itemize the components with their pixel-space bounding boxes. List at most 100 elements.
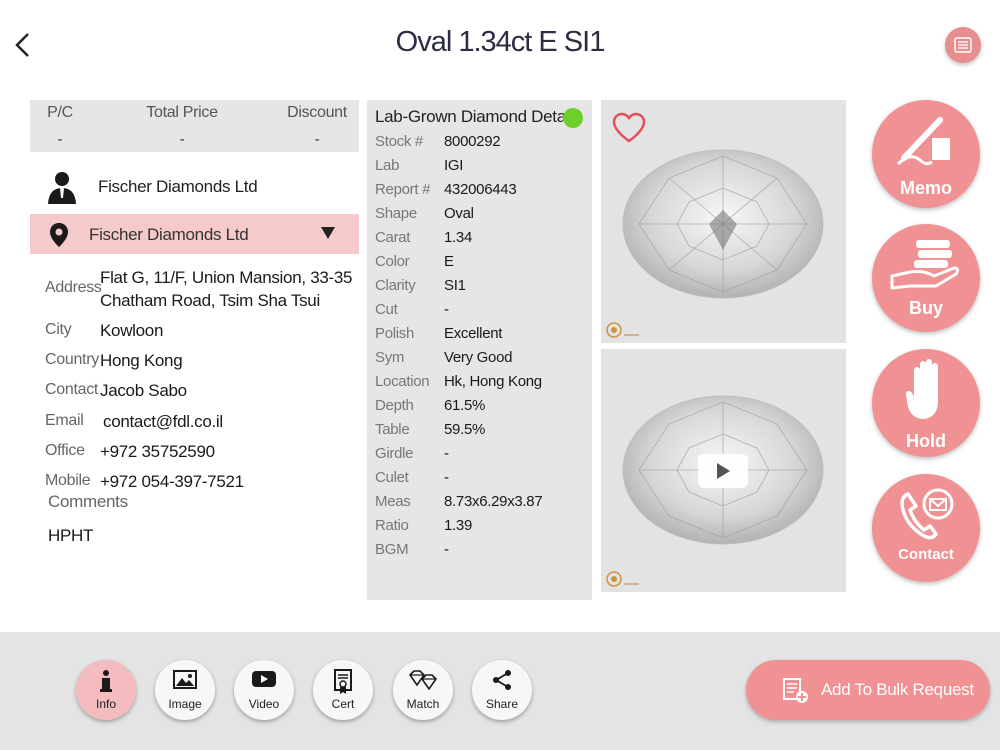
detail-label: Shape: [375, 205, 417, 222]
certificate-icon: [334, 669, 352, 694]
detail-label: Ratio: [375, 517, 409, 534]
detail-value: 1.34: [444, 229, 472, 246]
total-price-column: Total Price -: [142, 104, 222, 148]
play-icon: [717, 463, 730, 479]
list-icon: [954, 37, 972, 53]
office-label: Office: [45, 442, 85, 459]
detail-value: 8.73x6.29x3.87: [444, 493, 543, 510]
comments-label: Comments: [48, 492, 128, 511]
pc-value: -: [57, 131, 63, 148]
discount-value: -: [314, 131, 320, 148]
detail-value: -: [444, 541, 449, 558]
memo-label: Memo: [899, 178, 952, 198]
favorite-heart-icon[interactable]: [611, 110, 647, 146]
detail-value: Excellent: [444, 325, 503, 342]
address-label: Address: [45, 279, 102, 296]
detail-label: Location: [375, 373, 430, 390]
detail-value: E: [444, 253, 454, 270]
detail-label: Depth: [375, 397, 414, 414]
pc-column: P/C -: [42, 104, 78, 148]
page-title: Oval 1.34ct E SI1: [395, 26, 606, 58]
image-tab[interactable]: Image: [155, 660, 215, 720]
detail-label: Sym: [375, 349, 405, 366]
detail-label: Cut: [375, 301, 398, 318]
contact-label: Contact: [45, 381, 99, 398]
share-tab[interactable]: Share: [472, 660, 532, 720]
detail-value: 1.39: [444, 517, 472, 534]
detail-value: Hk, Hong Kong: [444, 373, 542, 390]
office-phone-link[interactable]: +972 35752590: [100, 442, 215, 462]
bulk-request-icon: [783, 678, 808, 703]
memo-pen-icon: [896, 117, 950, 166]
contact-phone-mail-icon: [900, 488, 954, 540]
match-tab[interactable]: Match: [393, 660, 453, 720]
discount-label: Discount: [287, 104, 347, 121]
detail-label: Carat: [375, 229, 411, 246]
detail-label: Girdle: [375, 445, 414, 462]
city-value: Kowloon: [100, 321, 164, 340]
detail-label: Report #: [375, 181, 431, 198]
watermark-logo: [606, 571, 639, 587]
detail-value: 61.5%: [444, 397, 486, 414]
address-line2: Chatham Road, Tsim Sha Tsui: [100, 291, 320, 310]
detail-label: Table: [375, 421, 410, 438]
cert-tab[interactable]: Cert: [313, 660, 373, 720]
availability-status-dot: [563, 108, 583, 128]
info-icon: [100, 670, 112, 692]
location-name: Fischer Diamonds Ltd: [89, 225, 249, 244]
info-tab[interactable]: Info: [76, 660, 136, 720]
country-label: Country: [45, 351, 99, 368]
email-label: Email: [45, 412, 84, 429]
detail-value: 59.5%: [444, 421, 486, 438]
email-link[interactable]: contact@fdl.co.il: [103, 412, 223, 432]
hold-button[interactable]: Hold: [872, 349, 980, 457]
diamond-image[interactable]: [601, 100, 846, 343]
memo-button[interactable]: Memo: [872, 100, 980, 208]
location-selector[interactable]: Fischer Diamonds Ltd: [30, 214, 359, 254]
share-icon: [493, 670, 511, 690]
seller-row: Fischer Diamonds Ltd: [30, 165, 359, 211]
comments-value: HPHT: [48, 526, 94, 545]
detail-label: BGM: [375, 541, 409, 558]
detail-value: IGI: [444, 157, 464, 174]
detail-label: Meas: [375, 493, 411, 510]
play-button[interactable]: [698, 454, 748, 488]
contact-value: Jacob Sabo: [100, 381, 187, 400]
diamond-details-panel: Lab-Grown Diamond Details Stock # 8000292…: [367, 100, 592, 600]
detail-value: Oval: [444, 205, 474, 222]
detail-label: Clarity: [375, 277, 416, 294]
detail-label: Color: [375, 253, 410, 270]
person-icon: [48, 172, 76, 204]
detail-value: -: [444, 445, 449, 462]
seller-name: Fischer Diamonds Ltd: [98, 177, 258, 196]
image-icon: [173, 670, 197, 689]
location-pin-icon: [50, 223, 68, 247]
match-tab-label: Match: [406, 697, 440, 711]
detail-value: Very Good: [444, 349, 513, 366]
pc-label: P/C: [47, 104, 73, 121]
contact-label: Contact: [898, 546, 954, 563]
buy-button[interactable]: Buy: [872, 224, 980, 332]
detail-value: -: [444, 469, 449, 486]
discount-column: Discount -: [282, 104, 352, 148]
detail-label: Lab: [375, 157, 400, 174]
cert-tab-label: Cert: [331, 697, 355, 711]
mobile-label: Mobile: [45, 472, 91, 489]
diamond-video[interactable]: [601, 349, 846, 592]
detail-value: 432006443: [444, 181, 517, 198]
total-price-value: -: [179, 131, 185, 148]
price-summary: P/C - Total Price - Discount -: [30, 100, 359, 152]
image-tab-label: Image: [168, 697, 202, 711]
add-to-bulk-request-button[interactable]: Add To Bulk Request: [746, 660, 990, 720]
details-title: Lab-Grown Diamond Details: [375, 107, 582, 126]
detail-value: SI1: [444, 277, 466, 294]
mobile-phone-link[interactable]: +972 054-397-7521: [100, 472, 244, 492]
watermark-logo: [606, 322, 639, 338]
video-tab[interactable]: Video: [234, 660, 294, 720]
city-label: City: [45, 321, 72, 338]
info-tab-label: Info: [95, 697, 116, 711]
contact-button[interactable]: Contact: [872, 474, 980, 582]
address-line1: Flat G, 11/F, Union Mansion, 33-35: [100, 268, 353, 287]
list-button[interactable]: [945, 27, 981, 63]
video-icon: [252, 671, 276, 687]
